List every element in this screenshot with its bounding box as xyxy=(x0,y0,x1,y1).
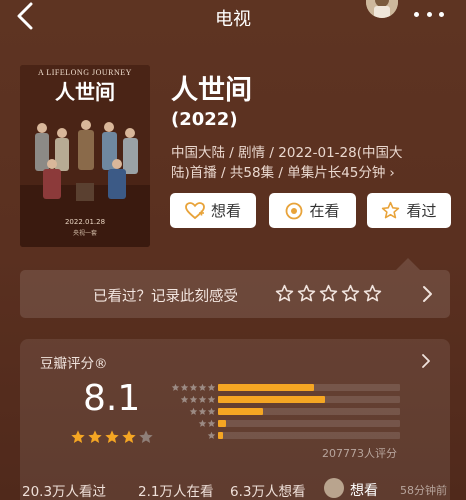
show-meta-text: 中国大陆 / 剧情 / 2022-01-28(中国大陆)首播 / 共58集 / … xyxy=(171,145,403,181)
watched-button[interactable]: 看过 xyxy=(367,193,451,228)
distribution-row xyxy=(166,405,406,417)
mini-star-icon xyxy=(189,407,198,415)
empty-star-icon[interactable] xyxy=(319,284,338,303)
distribution-row xyxy=(166,429,406,441)
rating-distribution xyxy=(166,381,406,441)
filled-star-icon xyxy=(71,430,85,443)
comment-time: 58分钟前 xyxy=(400,484,447,497)
meta-chevron-icon: › xyxy=(389,165,395,181)
distribution-bar-fill xyxy=(218,407,263,415)
filled-star-icon xyxy=(105,430,119,443)
distribution-row xyxy=(166,393,406,405)
show-title: 人世间 xyxy=(171,75,252,106)
mini-star-icon xyxy=(207,383,216,391)
comment-verb: 想看 xyxy=(350,483,378,499)
want-button[interactable]: 想看 xyxy=(170,193,256,228)
top-bar: 电视 xyxy=(0,0,466,34)
distribution-row xyxy=(166,417,406,429)
filled-star-icon xyxy=(122,430,136,443)
mini-star-icon xyxy=(180,395,189,403)
distribution-star-label xyxy=(166,419,216,428)
show-year: (2022) xyxy=(171,109,238,130)
poster-channel-text: 央视一套 xyxy=(73,229,97,237)
poster-title-text: 人世间 xyxy=(55,80,115,104)
mini-star-icon xyxy=(207,431,216,439)
distribution-star-label xyxy=(166,395,216,404)
distribution-bar-track xyxy=(218,383,400,391)
more-menu-button[interactable] xyxy=(414,8,444,20)
record-bar-pointer xyxy=(396,258,420,270)
mini-star-icon xyxy=(180,383,189,391)
chevron-right-icon xyxy=(423,286,432,302)
heart-plus-icon xyxy=(185,201,205,219)
empty-star-icon[interactable] xyxy=(297,284,316,303)
distribution-bar-track xyxy=(218,431,400,439)
empty-star-icon[interactable] xyxy=(275,284,294,303)
more-dot-icon xyxy=(414,11,419,17)
watched-label: 看过 xyxy=(406,202,437,220)
poster-banner-text: A LIFELONG JOURNEY xyxy=(38,68,132,77)
stat-watching[interactable]: 2.1万人在看 xyxy=(138,480,213,500)
distribution-bar-fill xyxy=(218,383,314,391)
show-poster[interactable]: A LIFELONG JOURNEY 人世间 2022.01.28 央视一套 xyxy=(20,65,150,247)
stat-want[interactable]: 6.3万人想看 xyxy=(230,480,305,500)
distribution-bar-track xyxy=(218,395,400,403)
mini-star-icon xyxy=(198,383,207,391)
mini-star-icon xyxy=(207,419,216,427)
poster-date-text: 2022.01.28 xyxy=(65,218,105,226)
rating-score: 8.1 xyxy=(83,378,141,419)
watching-circle-icon xyxy=(286,202,303,219)
record-feeling-bar[interactable]: 已看过？记录此刻感受 xyxy=(20,270,450,318)
distribution-star-label xyxy=(166,383,216,392)
star-outline-icon xyxy=(382,201,400,219)
distribution-bar-fill xyxy=(218,395,325,403)
watching-button[interactable]: 在看 xyxy=(269,193,356,228)
chevron-right-icon[interactable] xyxy=(421,354,431,368)
mini-star-icon xyxy=(198,395,207,403)
empty-star-icon[interactable] xyxy=(363,284,382,303)
poster-image: A LIFELONG JOURNEY 人世间 2022.01.28 央视一套 xyxy=(20,65,150,247)
mini-star-icon xyxy=(198,419,207,427)
mini-star-icon xyxy=(171,383,180,391)
distribution-row xyxy=(166,381,406,393)
mini-star-icon xyxy=(189,383,198,391)
distribution-bar-track xyxy=(218,407,400,415)
mini-star-icon xyxy=(198,407,207,415)
commenter-avatar[interactable] xyxy=(324,478,344,498)
distribution-bar-track xyxy=(218,419,400,427)
empty-star-icon xyxy=(139,430,153,443)
more-dot-icon xyxy=(426,11,432,17)
want-label: 想看 xyxy=(210,202,241,220)
show-meta[interactable]: 中国大陆 / 剧情 / 2022-01-28(中国大陆)首播 / 共58集 / … xyxy=(171,143,421,183)
distribution-bar-fill xyxy=(218,419,226,427)
distribution-bar-fill xyxy=(218,431,223,439)
distribution-star-label xyxy=(166,431,216,440)
record-star-input[interactable] xyxy=(275,284,382,303)
rating-label: 豆瓣评分® xyxy=(40,356,108,372)
mini-star-icon xyxy=(189,395,198,403)
record-prompt: 已看过？记录此刻感受 xyxy=(93,289,238,305)
filled-star-icon xyxy=(88,430,102,443)
rating-stars xyxy=(70,429,154,445)
stat-watched[interactable]: 20.3万人看过 xyxy=(22,480,106,500)
douban-rating-card[interactable]: 豆瓣评分® 8.1 207773人评分 xyxy=(20,339,450,500)
more-dot-icon xyxy=(439,11,444,17)
empty-star-icon[interactable] xyxy=(341,284,360,303)
mini-star-icon xyxy=(207,395,216,403)
watching-label: 在看 xyxy=(309,202,340,220)
rating-count: 207773人评分 xyxy=(322,447,397,460)
distribution-star-label xyxy=(166,407,216,416)
mini-star-icon xyxy=(207,407,216,415)
